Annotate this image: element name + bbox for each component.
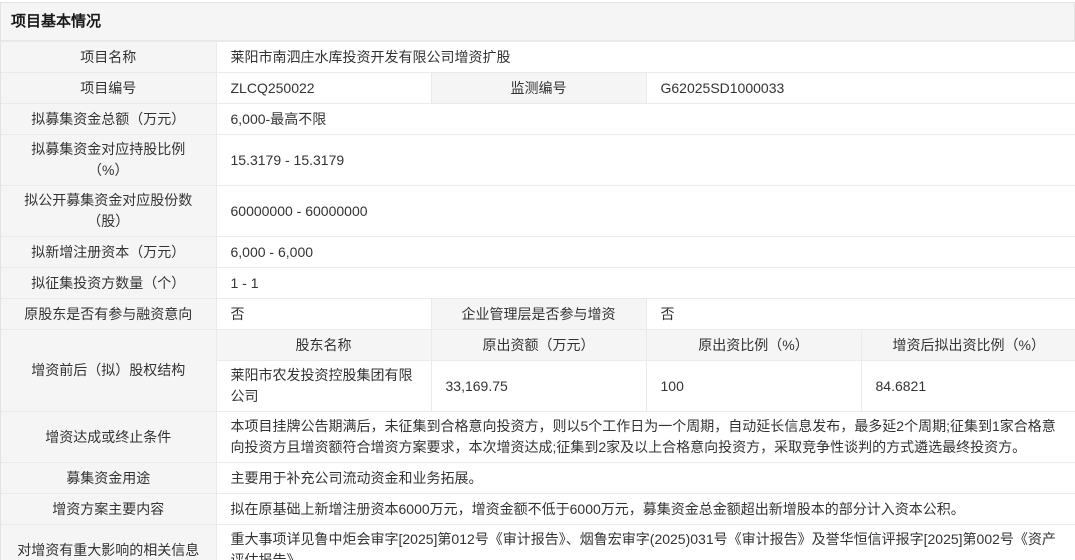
table-row: 拟新增注册资本（万元） 6,000 - 6,000: [1, 237, 1075, 268]
funds-usage-value: 主要用于补充公司流动资金和业务拓展。: [216, 463, 1075, 494]
management-participation-value: 否: [646, 299, 1075, 330]
table-row: 原股东是否有参与融资意向 否 企业管理层是否参与增资 否: [1, 299, 1075, 330]
table-row: 增资达成或终止条件 本项目挂牌公告期满后，未征集到合格意向投资方，则以5个工作日…: [1, 412, 1075, 463]
table-row: 募集资金用途 主要用于补充公司流动资金和业务拓展。: [1, 463, 1075, 494]
original-shareholder-intent-label: 原股东是否有参与融资意向: [1, 299, 216, 330]
shareholding-ratio-value: 15.3179 - 15.3179: [216, 135, 1075, 186]
shares-count-value: 60000000 - 60000000: [216, 186, 1075, 237]
monitor-code-value: G62025SD1000033: [646, 73, 1075, 104]
project-info-table: 项目名称 莱阳市南泗庄水库投资开发有限公司增资扩股 项目编号 ZLCQ25002…: [1, 41, 1075, 560]
original-shareholder-intent-value: 否: [216, 299, 431, 330]
total-funds-label: 拟募集资金总额（万元）: [1, 104, 216, 135]
equity-header-shareholder: 股东名称: [216, 330, 431, 361]
shares-count-label: 拟公开募集资金对应股份数（股）: [1, 186, 216, 237]
equity-cell-original-ratio: 100: [646, 361, 861, 412]
project-name-label: 项目名称: [1, 42, 216, 73]
shareholding-ratio-label: 拟募集资金对应持股比例（%）: [1, 135, 216, 186]
monitor-code-label: 监测编号: [431, 73, 646, 104]
project-code-label: 项目编号: [1, 73, 216, 104]
table-row: 对增资有重大影响的相关信息 重大事项详见鲁中炬会审字[2025]第012号《审计…: [1, 525, 1075, 560]
equity-header-original-ratio: 原出资比例（%）: [646, 330, 861, 361]
equity-cell-original-amount: 33,169.75: [431, 361, 646, 412]
completion-terms-label: 增资达成或终止条件: [1, 412, 216, 463]
investor-count-value: 1 - 1: [216, 268, 1075, 299]
equity-header-original-amount: 原出资额（万元）: [431, 330, 646, 361]
table-row: 项目编号 ZLCQ250022 监测编号 G62025SD1000033: [1, 73, 1075, 104]
investor-count-label: 拟征集投资方数量（个）: [1, 268, 216, 299]
completion-terms-value: 本项目挂牌公告期满后，未征集到合格意向投资方，则以5个工作日为一个周期，自动延长…: [216, 412, 1075, 463]
table-row: 拟募集资金总额（万元） 6,000-最高不限: [1, 104, 1075, 135]
funds-usage-label: 募集资金用途: [1, 463, 216, 494]
management-participation-label: 企业管理层是否参与增资: [431, 299, 646, 330]
panel-title: 项目基本情况: [1, 3, 1074, 41]
project-name-value: 莱阳市南泗庄水库投资开发有限公司增资扩股: [216, 42, 1075, 73]
equity-header-post-ratio: 增资后拟出资比例（%）: [861, 330, 1075, 361]
plan-content-label: 增资方案主要内容: [1, 494, 216, 525]
plan-content-value: 拟在原基础上新增注册资本6000万元，增资金额不低于6000万元，募集资金总金额…: [216, 494, 1075, 525]
total-funds-value: 6,000-最高不限: [216, 104, 1075, 135]
equity-cell-post-ratio: 84.6821: [861, 361, 1075, 412]
new-registered-capital-label: 拟新增注册资本（万元）: [1, 237, 216, 268]
major-info-label: 对增资有重大影响的相关信息: [1, 525, 216, 560]
new-registered-capital-value: 6,000 - 6,000: [216, 237, 1075, 268]
equity-structure-label: 增资前后（拟）股权结构: [1, 330, 216, 412]
table-row: 拟征集投资方数量（个） 1 - 1: [1, 268, 1075, 299]
table-row: 拟募集资金对应持股比例（%） 15.3179 - 15.3179: [1, 135, 1075, 186]
project-info-panel: 项目基本情况 项目名称 莱阳市南泗庄水库投资开发有限公司增资扩股 项目编号 ZL…: [0, 2, 1075, 560]
table-row: 增资方案主要内容 拟在原基础上新增注册资本6000万元，增资金额不低于6000万…: [1, 494, 1075, 525]
project-code-value: ZLCQ250022: [216, 73, 431, 104]
equity-cell-shareholder: 莱阳市农发投资控股集团有限公司: [216, 361, 431, 412]
table-row: 增资前后（拟）股权结构 股东名称 原出资额（万元） 原出资比例（%） 增资后拟出…: [1, 330, 1075, 361]
major-info-value: 重大事项详见鲁中炬会审字[2025]第012号《审计报告》、烟鲁宏审字(2025…: [216, 525, 1075, 560]
table-row: 项目名称 莱阳市南泗庄水库投资开发有限公司增资扩股: [1, 42, 1075, 73]
table-row: 拟公开募集资金对应股份数（股） 60000000 - 60000000: [1, 186, 1075, 237]
